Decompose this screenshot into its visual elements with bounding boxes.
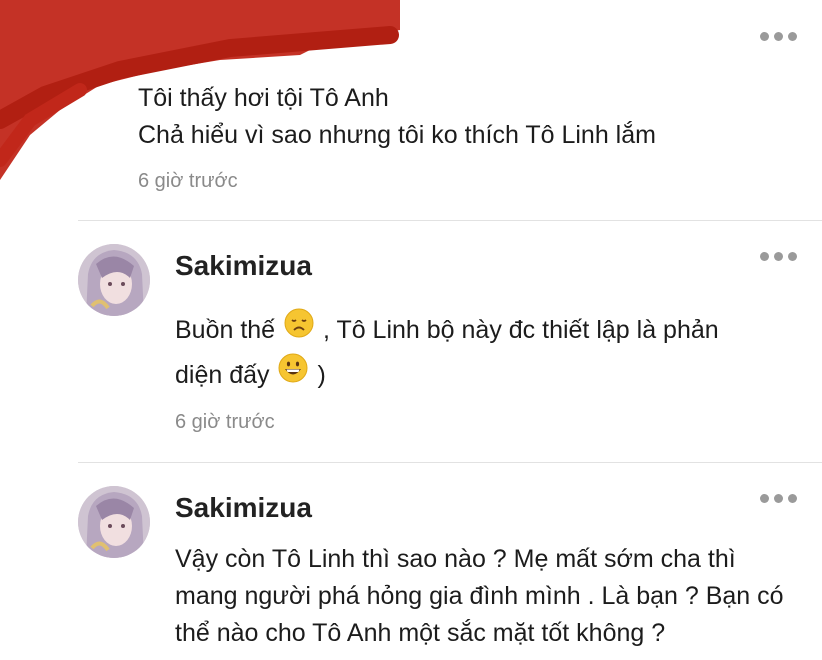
comment-text-segment: Buồn thế [175,316,276,345]
more-options-icon[interactable] [760,494,797,503]
comment-text-segment: diện đấy [175,361,270,390]
comment-text-line: Tôi thấy hơi tội Tô Anh [138,84,389,112]
avatar[interactable] [78,486,150,558]
comment-timestamp: 6 giờ trước [175,411,275,433]
divider [78,220,822,221]
disappointed-face-icon [284,308,314,349]
username[interactable]: Sakimizua [175,250,312,282]
comment-text-line: Chả hiểu vì sao nhưng tôi ko thích Tô Li… [138,121,656,149]
divider [78,462,822,463]
comment-text-line: Vậy còn Tô Linh thì sao nào ? Mẹ mất sớm… [175,545,736,573]
more-options-icon[interactable] [760,32,797,41]
more-options-icon[interactable] [760,252,797,261]
avatar[interactable] [78,244,150,316]
comment-text-line: Buồn thế , Tô Linh bộ này đc thiết lập l… [175,308,719,352]
comment-text-line: diện đấy ) [175,353,326,397]
comment-text-line: thể nào cho Tô Anh một sắc mặt tốt không… [175,619,666,647]
grinning-face-icon [278,353,308,394]
comment-timestamp: 6 giờ trước [138,170,238,192]
comment-text-line: mang người phá hỏng gia đình mình . Là b… [175,582,784,610]
comment-text-segment: , Tô Linh bộ này đc thiết lập là phản [323,316,719,345]
username[interactable]: Sakimizua [175,492,312,524]
comment-text-segment: ) [317,361,326,390]
